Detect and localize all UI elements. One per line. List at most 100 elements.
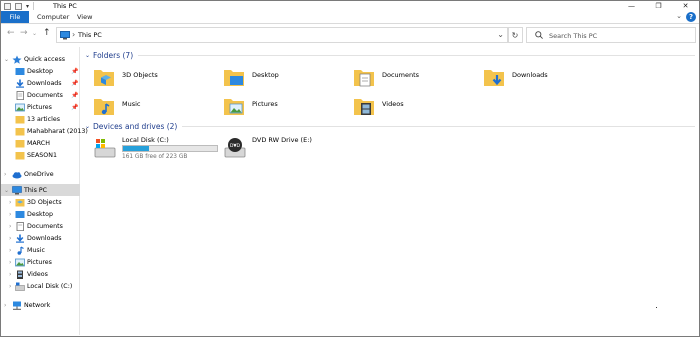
tab-view[interactable]: View	[77, 11, 92, 23]
search-input[interactable]	[549, 30, 689, 41]
group-divider	[182, 125, 695, 127]
tile-label: Pictures	[252, 100, 278, 108]
documents-icon	[16, 90, 24, 100]
group-title: Folders (7)	[93, 50, 134, 60]
downloads-icon	[484, 70, 504, 86]
nav-label: Music	[27, 246, 45, 254]
3d-objects-icon	[15, 198, 25, 206]
expand-chevron-icon[interactable]: ›	[4, 302, 6, 309]
music-icon	[17, 245, 24, 255]
nav-label: This PC	[24, 186, 48, 194]
properties-icon[interactable]	[4, 2, 11, 10]
folder-pictures[interactable]: Pictures	[215, 92, 340, 118]
expand-chevron-icon[interactable]: ›	[9, 223, 11, 230]
devices-group-header[interactable]: ⌄ Devices and drives (2)	[85, 120, 695, 132]
nav-label: Pictures	[27, 258, 52, 266]
tile-label: 3D Objects	[122, 71, 158, 79]
folder-videos[interactable]: Videos	[345, 92, 470, 118]
search-icon	[535, 31, 543, 39]
folder-icon	[15, 151, 25, 159]
downloads-icon	[16, 234, 24, 243]
nav-label: MARCH	[27, 139, 50, 147]
pin-icon[interactable]: 📌	[71, 68, 78, 75]
folder-downloads[interactable]: Downloads	[475, 63, 600, 89]
expand-chevron-icon[interactable]: ›	[9, 271, 11, 278]
folder-music[interactable]: Music	[85, 92, 210, 118]
refresh-button[interactable]: ↻	[507, 27, 523, 43]
tile-label: Documents	[382, 71, 420, 79]
expand-chevron-icon[interactable]: ›	[9, 247, 11, 254]
drive-dvd[interactable]: DVD DVD RW Drive (E:)	[215, 134, 375, 164]
network-icon	[13, 301, 21, 310]
expand-chevron-icon[interactable]: ›	[9, 235, 11, 242]
tab-file[interactable]: File	[1, 11, 29, 23]
up-arrow-icon[interactable]: ↑	[43, 28, 51, 38]
3d-objects-icon	[94, 70, 114, 86]
pin-icon[interactable]: 📌	[71, 92, 78, 99]
nav-label: Local Disk (C:)	[27, 282, 73, 290]
pictures-icon	[15, 258, 25, 266]
tile-label: Desktop	[252, 71, 279, 79]
nav-this-pc[interactable]: ⌄ This PC	[1, 184, 80, 196]
expand-chevron-icon[interactable]: ›	[9, 199, 11, 206]
documents-icon	[354, 70, 374, 87]
collapse-chevron-icon[interactable]: ⌄	[4, 187, 9, 194]
folder-icon	[15, 115, 25, 123]
collapse-chevron-icon[interactable]: ⌄	[85, 123, 90, 130]
nav-label: Documents	[27, 222, 63, 230]
folder-desktop[interactable]: Desktop	[215, 63, 340, 89]
nav-label: Desktop	[27, 210, 53, 218]
close-icon[interactable]: ✕	[672, 1, 699, 11]
content-pane: ⌄ Folders (7) 3D Objects Desktop Documen…	[81, 47, 698, 335]
local-disk-icon	[94, 139, 116, 158]
search-box[interactable]	[526, 27, 696, 43]
forward-arrow-icon[interactable]: →	[20, 28, 28, 38]
desktop-icon	[15, 210, 25, 218]
collapse-chevron-icon[interactable]: ⌄	[85, 52, 90, 59]
expand-chevron-icon[interactable]: ›	[9, 211, 11, 218]
free-space-text: 161 GB free of 223 GB	[122, 154, 188, 160]
videos-icon	[354, 99, 374, 115]
collapse-chevron-icon[interactable]: ⌄	[4, 56, 9, 63]
local-disk-icon	[15, 282, 25, 291]
help-icon[interactable]: ?	[686, 12, 696, 22]
dvd-label: DVD	[230, 143, 241, 149]
minimize-icon[interactable]: —	[618, 1, 645, 11]
refresh-icon: ↻	[511, 30, 519, 40]
expand-ribbon-icon[interactable]: ⌄	[676, 12, 682, 20]
breadcrumb[interactable]: This PC	[78, 31, 102, 39]
nav-label: 13 articles	[27, 115, 61, 123]
back-arrow-icon[interactable]: ←	[7, 28, 15, 38]
expand-chevron-icon[interactable]: ›	[4, 171, 6, 178]
folder-documents[interactable]: Documents	[345, 63, 470, 89]
title-bar: ▾ This PC — ❐ ✕	[1, 1, 699, 11]
breadcrumb-chevron-icon[interactable]: ›	[72, 30, 75, 39]
pin-icon[interactable]: 📌	[71, 80, 78, 87]
drive-label: Local Disk (C:)	[122, 136, 169, 144]
recent-locations-icon[interactable]: ⌄	[32, 30, 37, 37]
pin-icon[interactable]: 📌	[71, 104, 78, 111]
documents-icon	[16, 221, 24, 231]
expand-chevron-icon[interactable]: ›	[9, 283, 11, 290]
stray-pixel	[656, 307, 657, 308]
nav-label: Videos	[27, 270, 48, 278]
address-dropdown-icon[interactable]: ⌄	[497, 30, 504, 39]
star-icon	[12, 55, 22, 64]
expand-chevron-icon[interactable]: ›	[9, 259, 11, 266]
folder-3d-objects[interactable]: 3D Objects	[85, 63, 210, 89]
address-bar[interactable]: › This PC ⌄	[56, 27, 509, 43]
nav-label: Quick access	[24, 55, 66, 63]
music-icon	[94, 99, 114, 115]
pictures-icon	[15, 103, 25, 111]
tab-computer[interactable]: Computer	[37, 11, 69, 23]
restore-icon[interactable]: ❐	[645, 1, 672, 11]
window-title: This PC	[53, 2, 77, 10]
new-folder-icon[interactable]	[15, 2, 22, 10]
ribbon-tabs: File Computer View ⌄ ?	[1, 11, 699, 24]
customize-toolbar-icon[interactable]: ▾	[26, 3, 29, 10]
folder-icon	[15, 139, 25, 147]
desktop-icon	[224, 70, 244, 86]
cloud-icon	[12, 171, 22, 178]
folders-group-header[interactable]: ⌄ Folders (7)	[85, 49, 695, 61]
nav-label: Desktop	[27, 67, 53, 75]
